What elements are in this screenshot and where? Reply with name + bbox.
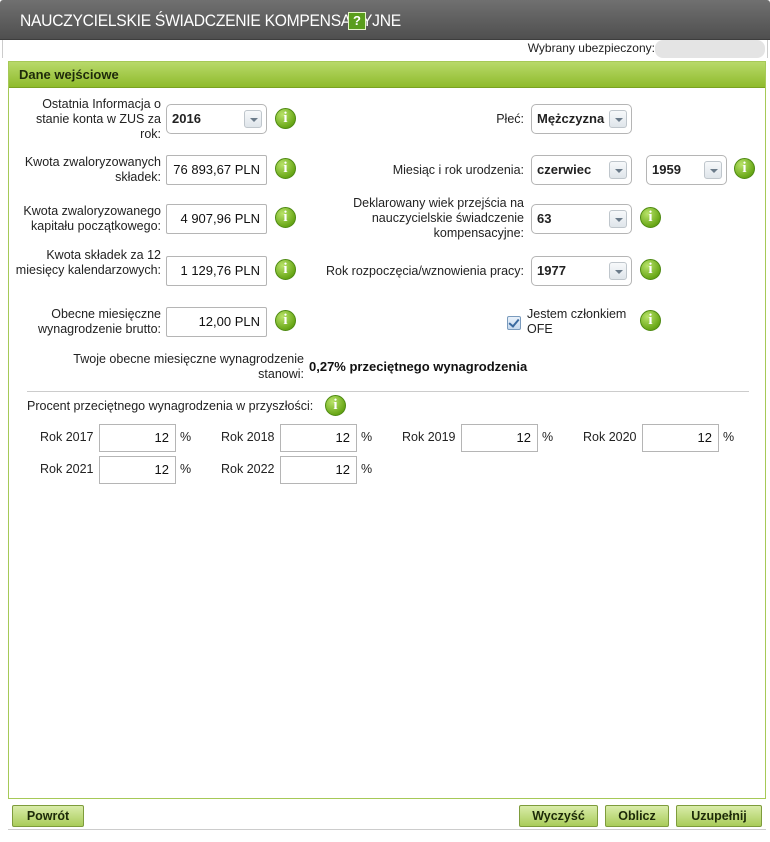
ratio-label: Twoje obecne miesięczne wynagrodzenie st… [73,352,304,381]
chevron-down-icon[interactable] [609,210,627,228]
info-icon[interactable]: i [275,207,296,228]
birth-year-select[interactable]: 1959 [646,155,727,185]
contrib-input[interactable]: 76 893,67 PLN [166,155,267,185]
input-panel: Dane wejściowe Ostatnia Informacja o sta… [8,61,766,827]
birth-month-select[interactable]: czerwiec [531,155,632,185]
chevron-down-icon[interactable] [704,161,722,179]
start-value: 1977 [537,263,566,278]
age-select[interactable]: 63 [531,204,632,234]
percent-sign: % [361,430,373,444]
last12-label: Kwota składek za 12 miesięcy kalendarzow… [15,248,161,277]
info-icon[interactable]: i [734,158,755,179]
future-value-input[interactable]: 12 [99,456,176,484]
future-value-input[interactable]: 12 [461,424,538,452]
panel-title: Dane wejściowe [19,67,119,82]
window-title: NAUCZYCIELSKIE ŚWIADCZENIE KOMPENSACYJNE [20,11,401,30]
future-year-label: Rok 2019 [402,430,456,444]
birth-month-value: czerwiec [537,162,592,177]
future-value-input[interactable]: 12 [99,424,176,452]
insured-row: Wybrany ubezpieczony: [2,40,768,58]
future-year-label: Rok 2018 [221,430,275,444]
start-label: Rok rozpoczęcia/wznowienia pracy: [325,264,524,278]
percent-sign: % [180,430,192,444]
footer-divider [8,829,766,834]
chevron-down-icon[interactable] [609,262,627,280]
future-value-input[interactable]: 12 [642,424,719,452]
sex-select[interactable]: Mężczyzna [531,104,632,134]
age-label: Deklarowany wiek przejścia na nauczyciel… [353,196,524,240]
birth-label: Miesiąc i rok urodzenia: [392,163,524,177]
future-year-label: Rok 2022 [221,462,275,476]
last-info-select[interactable]: 2016 [166,104,267,134]
chevron-down-icon[interactable] [609,110,627,128]
future-value-input[interactable]: 12 [280,424,357,452]
ofe-label: Jestem członkiem OFE [527,307,627,336]
age-value: 63 [537,211,552,226]
info-icon[interactable]: i [275,108,296,129]
info-icon[interactable]: i [275,259,296,280]
info-icon[interactable]: i [325,395,346,416]
chevron-down-icon[interactable] [609,161,627,179]
future-value-input[interactable]: 12 [280,456,357,484]
info-icon[interactable]: i [640,207,661,228]
info-icon[interactable]: i [275,158,296,179]
capital-label: Kwota zwaloryzowanego kapitału początkow… [23,204,161,233]
last-info-label: Ostatnia Informacja o stanie konta w ZUS… [35,97,161,141]
insured-label: Wybrany ubezpieczony: [527,41,655,55]
capital-input[interactable]: 4 907,96 PLN [166,204,267,234]
percent-sign: % [542,430,554,444]
sex-value: Mężczyzna [537,111,605,126]
clear-button[interactable]: Wyczyść [519,805,598,827]
back-button[interactable]: Powrót [12,805,84,827]
title-bar: NAUCZYCIELSKIE ŚWIADCZENIE KOMPENSACYJNE… [0,0,770,40]
info-icon[interactable]: i [275,310,296,331]
help-icon[interactable]: ? [348,12,366,30]
info-icon[interactable]: i [640,310,661,331]
percent-sign: % [180,462,192,476]
calculate-button[interactable]: Oblicz [605,805,669,827]
future-year-label: Rok 2021 [40,462,94,476]
birth-year-value: 1959 [652,162,681,177]
future-label: Procent przeciętnego wynagrodzenia w prz… [27,399,314,413]
salary-input[interactable]: 12,00 PLN [166,307,267,337]
fill-button[interactable]: Uzupełnij [676,805,762,827]
divider [27,391,749,392]
chevron-down-icon[interactable] [244,110,262,128]
future-year-label: Rok 2017 [40,430,94,444]
start-select[interactable]: 1977 [531,256,632,286]
contrib-label: Kwota zwaloryzowanych składek: [24,155,161,184]
last-info-value: 2016 [172,111,201,126]
panel-header: Dane wejściowe [9,62,765,88]
info-icon[interactable]: i [640,259,661,280]
last12-input[interactable]: 1 129,76 PLN [166,256,267,286]
salary-label: Obecne miesięczne wynagrodzenie brutto: [38,307,161,336]
percent-sign: % [361,462,373,476]
insured-name-redacted [655,40,765,58]
percent-sign: % [723,430,735,444]
future-year-label: Rok 2020 [583,430,637,444]
sex-label: Płeć: [496,112,524,126]
ratio-value: 0,27% przeciętnego wynagrodzenia [309,359,528,374]
ofe-checkbox[interactable] [507,316,521,330]
